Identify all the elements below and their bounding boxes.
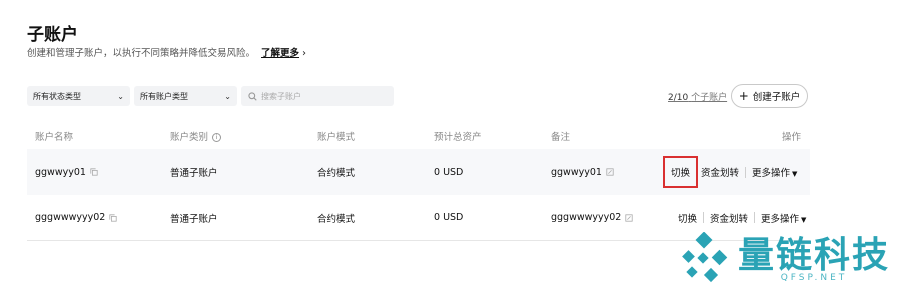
note-text: gggwwwyyy02 (551, 212, 622, 223)
column-header-name: 账户名称 (35, 132, 74, 143)
search-input[interactable]: 搜索子账户 (241, 86, 394, 106)
info-icon[interactable]: i (212, 133, 222, 142)
status-filter-dropdown[interactable]: 所有状态类型 ⌄ (27, 86, 130, 106)
divider (703, 212, 705, 223)
transfer-button[interactable]: 资金划转 (707, 211, 751, 225)
row-actions: 切换 资金划转 更多操作 ▼ (663, 149, 800, 195)
account-mode-cell: 合约模式 (317, 168, 356, 179)
create-subaccount-button[interactable]: + 创建子账户 (731, 84, 808, 108)
copy-icon[interactable] (109, 213, 117, 222)
account-type-filter-dropdown[interactable]: 所有账户类型 ⌄ (134, 86, 237, 106)
copy-icon[interactable] (90, 168, 98, 176)
plus-icon: + (738, 89, 749, 103)
subaccount-count-value: 2/10 (668, 93, 689, 103)
estimated-assets-cell: 0 USD (434, 166, 464, 178)
edit-icon[interactable] (625, 213, 633, 222)
chevron-down-icon: ⌄ (117, 91, 124, 101)
column-header-mode: 账户模式 (317, 132, 356, 143)
switch-button[interactable]: 切换 (663, 156, 699, 188)
column-header-type: 账户类别 i (170, 129, 222, 143)
account-name-cell: gggwwwyyy02 (35, 195, 117, 240)
column-header-type-label: 账户类别 (170, 132, 209, 143)
divider (754, 212, 756, 223)
account-name-cell: ggwwyy01 (35, 149, 98, 195)
chevron-right-icon: › (302, 48, 307, 59)
subtitle-text: 创建和管理子账户，以执行不同策略并降低交易风险。 (27, 48, 256, 59)
caret-down-icon: ▼ (792, 170, 798, 178)
status-filter-label: 所有状态类型 (33, 91, 81, 101)
learn-more-link[interactable]: 了解更多 (261, 48, 299, 59)
watermark: 量链科技 QFSP.NET (680, 232, 890, 286)
divider (745, 166, 747, 178)
create-subaccount-label: 创建子账户 (752, 92, 801, 103)
switch-button[interactable]: 切换 (675, 211, 700, 225)
account-type-cell: 普通子账户 (170, 213, 218, 225)
more-actions-label: 更多操作 (752, 168, 791, 179)
search-icon (248, 91, 257, 101)
subaccount-count[interactable]: 2/10 个子账户 (668, 90, 727, 103)
note-text: ggwwyy01 (551, 166, 602, 178)
account-name: ggwwyy01 (35, 166, 86, 178)
watermark-brand: 量链科技 (738, 234, 891, 276)
search-placeholder: 搜索子账户 (261, 91, 301, 101)
more-actions-label: 更多操作 (761, 213, 800, 225)
page-title: 子账户 (27, 25, 78, 45)
account-type-cell: 普通子账户 (170, 168, 218, 179)
transfer-button[interactable]: 资金划转 (698, 165, 742, 179)
more-actions-button[interactable]: 更多操作 ▼ (749, 165, 800, 179)
edit-icon[interactable] (606, 168, 614, 176)
watermark-logo-icon (682, 232, 728, 283)
table-row: ggwwyy01 普通子账户 合约模式 0 USD ggwwyy01 切换 资金… (27, 149, 810, 195)
account-name: gggwwwyyy02 (35, 212, 106, 223)
estimated-assets-cell: 0 USD (434, 212, 464, 223)
column-header-actions: 操作 (782, 132, 802, 143)
page-subtitle: 创建和管理子账户，以执行不同策略并降低交易风险。 了解更多 › (27, 45, 306, 59)
column-header-note: 备注 (551, 132, 571, 143)
column-header-assets: 预计总资产 (434, 132, 482, 143)
account-type-filter-label: 所有账户类型 (140, 91, 188, 101)
subaccount-count-suffix: 个子账户 (691, 93, 728, 103)
note-cell: ggwwyy01 (551, 149, 614, 195)
more-actions-button[interactable]: 更多操作 ▼ (758, 211, 809, 225)
caret-down-icon: ▼ (801, 215, 807, 224)
account-mode-cell: 合约模式 (317, 213, 356, 225)
chevron-down-icon: ⌄ (224, 91, 231, 101)
note-cell: gggwwwyyy02 (551, 195, 633, 240)
watermark-text: 量链科技 QFSP.NET (738, 235, 890, 283)
